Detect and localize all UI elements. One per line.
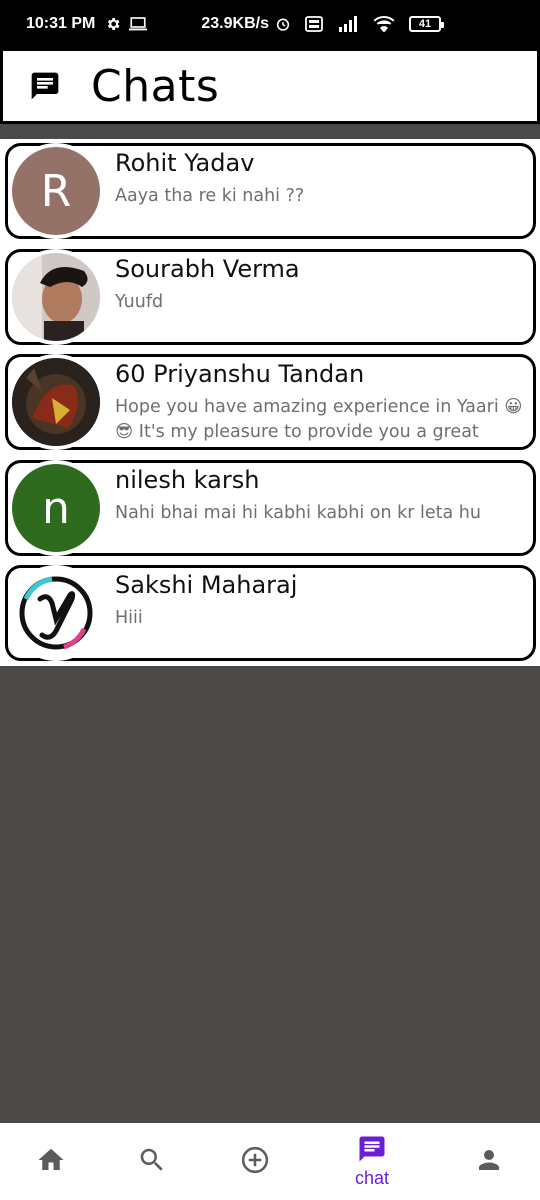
chat-item-nilesh-karsh[interactable]: n nilesh karsh Nahi bhai mai hi kabhi ka…: [5, 460, 536, 556]
chat-last-message: Hiii: [115, 608, 143, 628]
status-bar: 10:31 PM 23.9KB/s 41: [0, 0, 540, 48]
chat-item-sourabh-verma[interactable]: Sourabh Verma Yuufd: [5, 249, 536, 345]
person-icon: [474, 1145, 504, 1179]
avatar: [8, 249, 104, 345]
app-header: Chats: [0, 48, 540, 124]
chat-name: Sakshi Maharaj: [115, 571, 298, 599]
avatar-photo: [12, 253, 100, 341]
chat-item-priyanshu-tandan[interactable]: 60 Priyanshu Tandan Hope you have amazin…: [5, 354, 536, 450]
battery-icon: 41: [408, 16, 444, 32]
wifi-icon: [373, 16, 395, 32]
avatar-letter: R: [40, 165, 72, 217]
chat-name: 60 Priyanshu Tandan: [115, 360, 365, 388]
avatar-letter: n: [42, 482, 70, 534]
status-time: 10:31 PM: [26, 15, 96, 32]
search-icon: [137, 1145, 167, 1179]
avatar-photo: [12, 358, 100, 446]
chat-last-message: Yuufd: [115, 292, 164, 312]
chat-name: nilesh karsh: [115, 466, 260, 494]
alarm-icon: [275, 16, 291, 32]
nav-add-button[interactable]: [225, 1123, 285, 1200]
avatar: [8, 565, 104, 661]
settings-gear-icon: [105, 16, 121, 32]
chat-name: Sourabh Verma: [115, 255, 300, 283]
nav-chat-label: chat: [354, 1168, 390, 1188]
chat-last-message: Hope you have amazing experience in Yaar…: [115, 397, 523, 442]
avatar: R: [8, 143, 104, 239]
nav-home-button[interactable]: [21, 1123, 81, 1200]
nav-profile-button[interactable]: [459, 1123, 519, 1200]
signal-icon: [337, 16, 359, 32]
laptop-icon: [129, 17, 148, 31]
chat-icon: [357, 1134, 387, 1168]
add-circle-icon: [240, 1145, 270, 1179]
page-title: Chats: [91, 60, 220, 112]
chat-last-message: Aaya tha re ki nahi ??: [115, 186, 305, 206]
avatar-logo: [16, 573, 96, 653]
volte-icon: [305, 16, 323, 32]
chat-name: Rohit Yadav: [115, 149, 255, 177]
nav-search-button[interactable]: [122, 1123, 182, 1200]
bottom-navigation: chat: [0, 1123, 540, 1200]
avatar: [8, 354, 104, 450]
home-icon: [36, 1145, 66, 1179]
chat-list: R Rohit Yadav Aaya tha re ki nahi ?? Sou…: [0, 139, 540, 666]
chat-item-sakshi-maharaj[interactable]: Sakshi Maharaj Hiii: [5, 565, 536, 661]
chat-icon: [29, 70, 61, 102]
chat-last-message: Nahi bhai mai hi kabhi kabhi on kr leta …: [115, 503, 481, 523]
network-speed: 23.9KB/s: [201, 15, 269, 32]
chat-item-rohit-yadav[interactable]: R Rohit Yadav Aaya tha re ki nahi ??: [5, 143, 536, 239]
nav-chat-button[interactable]: chat: [342, 1123, 402, 1200]
avatar: n: [8, 460, 104, 556]
